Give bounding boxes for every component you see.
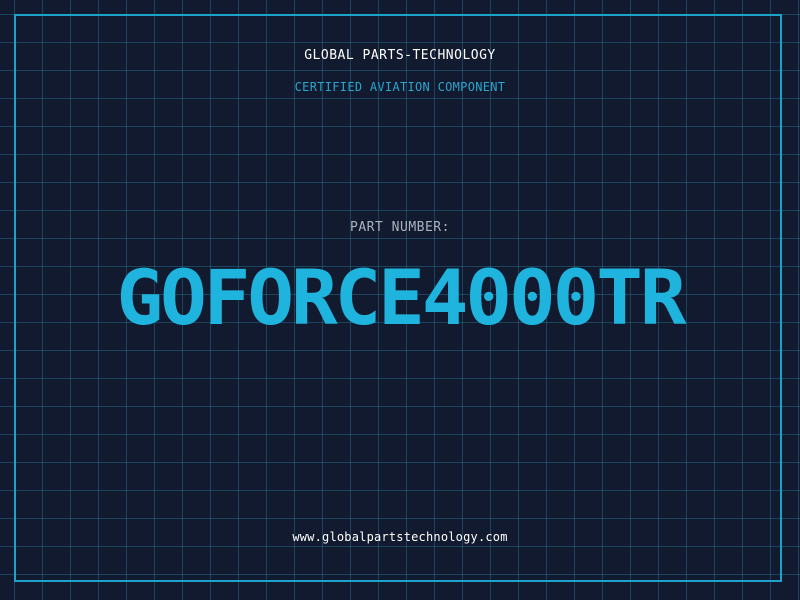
certificate-page: GLOBAL PARTS-TECHNOLOGY CERTIFIED AVIATI… <box>0 0 800 600</box>
part-number-label: PART NUMBER: <box>350 220 450 235</box>
website-link[interactable]: www.globalpartstechnology.com <box>0 530 800 544</box>
part-number-value: GOFORCE4000TR <box>116 253 687 342</box>
certification-subtitle: CERTIFIED AVIATION COMPONENT <box>294 80 506 94</box>
company-name: GLOBAL PARTS-TECHNOLOGY <box>304 48 496 63</box>
